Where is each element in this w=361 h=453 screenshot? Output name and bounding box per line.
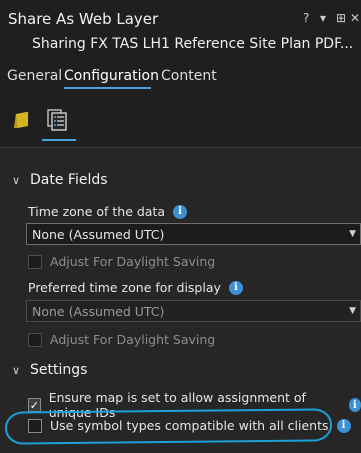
info-icon[interactable]: i [348, 398, 361, 412]
chevron-down-icon: ∨ [12, 173, 21, 187]
settings-title: Settings [30, 362, 88, 378]
time-zone-label: Time zone of the data [28, 204, 166, 219]
pref-tz-label: Preferred time zone for display [28, 280, 221, 295]
tab-strip: General Configuration Content [0, 66, 361, 94]
annotation-highlight-ring [4, 408, 333, 445]
adjust-dst-label-1: Adjust For Daylight Saving [50, 254, 216, 269]
time-zone-select[interactable]: None (Assumed UTC) ▼ [26, 223, 361, 245]
adjust-dst-row-1: Adjust For Daylight Saving [28, 254, 215, 269]
close-icon[interactable]: ✕ [350, 11, 360, 25]
tab-configuration[interactable]: Configuration [64, 68, 159, 84]
date-fields-title: Date Fields [30, 172, 108, 188]
settings-header[interactable]: ∨ Settings [12, 362, 87, 378]
active-tab-indicator [64, 87, 151, 89]
title-bar: Share As Web Layer ? ▾ ⊞ ✕ [0, 0, 361, 34]
tab-general[interactable]: General [7, 68, 62, 84]
dropdown-arrow-icon: ▼ [349, 229, 356, 239]
properties-list-icon[interactable] [46, 108, 70, 132]
dropdown-arrow-icon: ▼ [349, 306, 356, 316]
layers-icon[interactable] [12, 108, 36, 132]
info-icon[interactable]: i [228, 280, 243, 295]
time-zone-value: None (Assumed UTC) [32, 227, 165, 242]
unique-ids-checkbox[interactable]: ✓ [28, 398, 41, 412]
chevron-down-icon: ∨ [12, 363, 21, 377]
adjust-dst-checkbox-2[interactable] [28, 332, 42, 347]
adjust-dst-row-2: Adjust For Daylight Saving [28, 332, 215, 347]
tab-content[interactable]: Content [161, 68, 217, 84]
info-icon[interactable]: i [173, 204, 188, 219]
pref-tz-select[interactable]: None (Assumed UTC) ▼ [26, 300, 361, 322]
adjust-dst-checkbox-1[interactable] [28, 254, 42, 269]
pane-subtitle: Sharing FX TAS LH1 Reference Site Plan P… [32, 36, 354, 52]
pref-tz-label-row: Preferred time zone for display i [28, 280, 243, 295]
help-icon[interactable]: ? [303, 11, 309, 25]
date-fields-header[interactable]: ∨ Date Fields [12, 172, 108, 188]
info-icon[interactable]: i [336, 418, 351, 433]
menu-dropdown-icon[interactable]: ▾ [320, 11, 326, 25]
time-zone-label-row: Time zone of the data i [28, 204, 188, 219]
adjust-dst-label-2: Adjust For Daylight Saving [50, 332, 216, 347]
pin-icon[interactable]: ⊞ [336, 11, 346, 25]
pref-tz-value: None (Assumed UTC) [32, 304, 165, 319]
window-title: Share As Web Layer [8, 10, 159, 28]
active-subtab-indicator [42, 139, 76, 141]
